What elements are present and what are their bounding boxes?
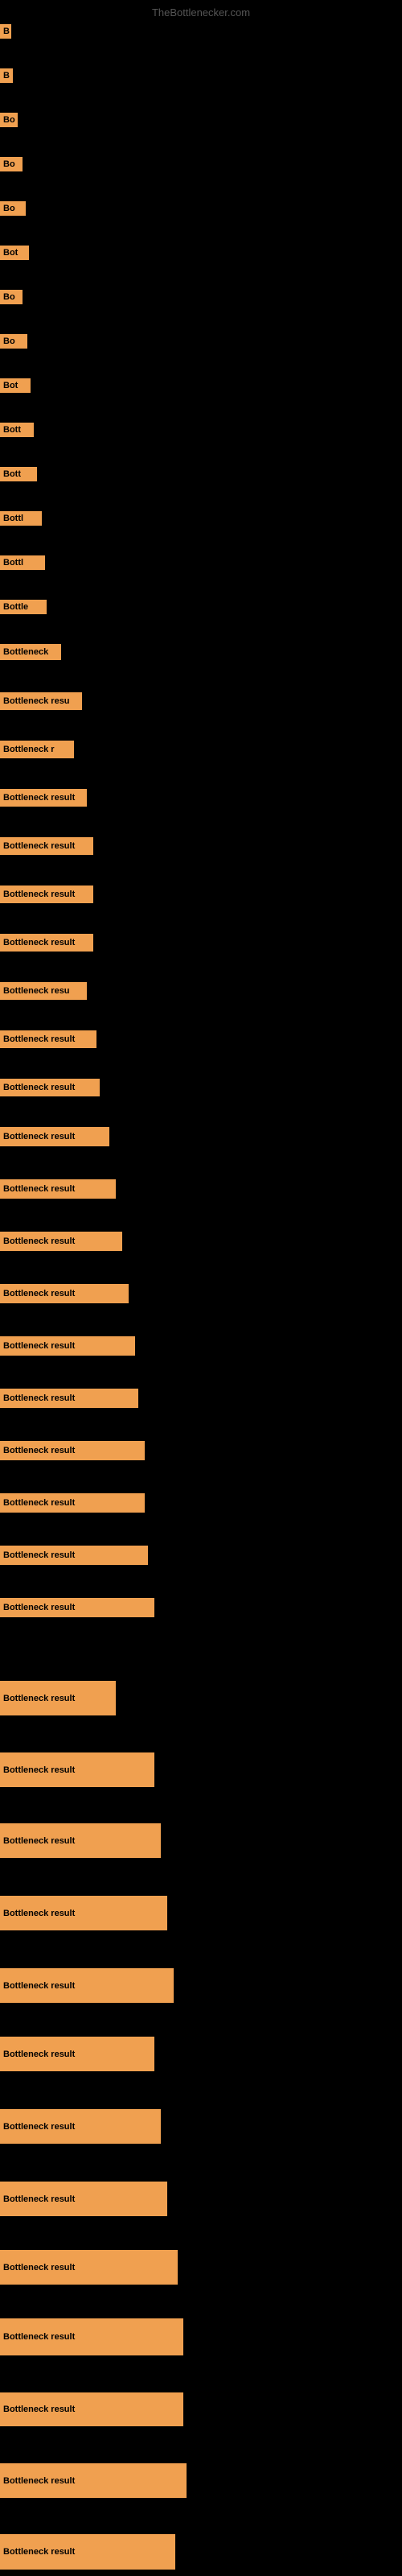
bar-label-14: Bottle <box>0 600 47 614</box>
bar-item-10: Bott <box>0 423 34 437</box>
bar-item-6: Bot <box>0 246 29 260</box>
bar-label-16: Bottleneck resu <box>0 692 82 710</box>
bar-item-12: Bottl <box>0 511 42 526</box>
bar-label-41: Bottleneck result <box>0 2109 161 2144</box>
bar-item-24: Bottleneck result <box>0 1079 100 1096</box>
bar-label-20: Bottleneck result <box>0 886 93 903</box>
bar-label-27: Bottleneck result <box>0 1232 122 1251</box>
bar-item-27: Bottleneck result <box>0 1232 122 1251</box>
bar-item-41: Bottleneck result <box>0 2109 161 2144</box>
bar-label-21: Bottleneck result <box>0 934 93 952</box>
bar-item-37: Bottleneck result <box>0 1823 161 1858</box>
bar-item-46: Bottleneck result <box>0 2463 187 2498</box>
bar-label-12: Bottl <box>0 511 42 526</box>
bar-item-47: Bottleneck result <box>0 2534 175 2570</box>
bar-label-29: Bottleneck result <box>0 1336 135 1356</box>
bar-label-42: Bottleneck result <box>0 2182 167 2216</box>
bar-item-14: Bottle <box>0 600 47 614</box>
bar-item-40: Bottleneck result <box>0 2037 154 2071</box>
bar-item-43: Bottleneck result <box>0 2250 178 2285</box>
bar-item-23: Bottleneck result <box>0 1030 96 1048</box>
bar-item-25: Bottleneck result <box>0 1127 109 1146</box>
bar-label-25: Bottleneck result <box>0 1127 109 1146</box>
bar-label-33: Bottleneck result <box>0 1546 148 1565</box>
bar-item-39: Bottleneck result <box>0 1968 174 2003</box>
bar-label-17: Bottleneck r <box>0 741 74 758</box>
bar-item-31: Bottleneck result <box>0 1441 145 1460</box>
bar-item-18: Bottleneck result <box>0 789 87 807</box>
bar-item-16: Bottleneck resu <box>0 692 82 710</box>
bar-item-34: Bottleneck result <box>0 1598 154 1617</box>
bar-item-8: Bo <box>0 334 27 349</box>
bar-label-18: Bottleneck result <box>0 789 87 807</box>
bar-item-17: Bottleneck r <box>0 741 74 758</box>
bar-item-3: Bo <box>0 113 18 127</box>
bar-label-4: Bo <box>0 157 23 171</box>
bar-label-46: Bottleneck result <box>0 2463 187 2498</box>
bar-item-29: Bottleneck result <box>0 1336 135 1356</box>
bar-label-5: Bo <box>0 201 26 216</box>
bar-label-44: Bottleneck result <box>0 2318 183 2355</box>
bar-item-21: Bottleneck result <box>0 934 93 952</box>
bar-label-15: Bottleneck <box>0 644 61 660</box>
bar-item-4: Bo <box>0 157 23 171</box>
bar-label-22: Bottleneck resu <box>0 982 87 1000</box>
bar-label-31: Bottleneck result <box>0 1441 145 1460</box>
bar-label-30: Bottleneck result <box>0 1389 138 1408</box>
bar-item-9: Bot <box>0 378 31 393</box>
bar-item-38: Bottleneck result <box>0 1896 167 1930</box>
bar-label-47: Bottleneck result <box>0 2534 175 2570</box>
bar-label-28: Bottleneck result <box>0 1284 129 1303</box>
bar-item-1: B <box>0 24 11 39</box>
bar-item-5: Bo <box>0 201 26 216</box>
bar-item-19: Bottleneck result <box>0 837 93 855</box>
bar-item-20: Bottleneck result <box>0 886 93 903</box>
bar-label-35: Bottleneck result <box>0 1681 116 1715</box>
bar-label-38: Bottleneck result <box>0 1896 167 1930</box>
bar-item-30: Bottleneck result <box>0 1389 138 1408</box>
bar-label-26: Bottleneck result <box>0 1179 116 1199</box>
bar-item-33: Bottleneck result <box>0 1546 148 1565</box>
bar-label-8: Bo <box>0 334 27 349</box>
bar-item-42: Bottleneck result <box>0 2182 167 2216</box>
bar-item-26: Bottleneck result <box>0 1179 116 1199</box>
bar-label-13: Bottl <box>0 555 45 570</box>
bar-item-45: Bottleneck result <box>0 2392 183 2426</box>
bar-label-43: Bottleneck result <box>0 2250 178 2285</box>
bar-item-22: Bottleneck resu <box>0 982 87 1000</box>
bar-item-35: Bottleneck result <box>0 1681 116 1715</box>
bar-item-32: Bottleneck result <box>0 1493 145 1513</box>
bar-item-36: Bottleneck result <box>0 1752 154 1787</box>
bar-item-13: Bottl <box>0 555 45 570</box>
bar-label-3: Bo <box>0 113 18 127</box>
bar-label-7: Bo <box>0 290 23 304</box>
bar-label-6: Bot <box>0 246 29 260</box>
bar-label-34: Bottleneck result <box>0 1598 154 1617</box>
bar-item-28: Bottleneck result <box>0 1284 129 1303</box>
bar-label-2: B <box>0 68 13 83</box>
bar-label-36: Bottleneck result <box>0 1752 154 1787</box>
bar-label-40: Bottleneck result <box>0 2037 154 2071</box>
bar-label-23: Bottleneck result <box>0 1030 96 1048</box>
bar-label-9: Bot <box>0 378 31 393</box>
bar-label-37: Bottleneck result <box>0 1823 161 1858</box>
bar-label-32: Bottleneck result <box>0 1493 145 1513</box>
bar-label-19: Bottleneck result <box>0 837 93 855</box>
bar-item-7: Bo <box>0 290 23 304</box>
bar-label-24: Bottleneck result <box>0 1079 100 1096</box>
bar-label-1: B <box>0 24 11 39</box>
bar-label-39: Bottleneck result <box>0 1968 174 2003</box>
bar-item-44: Bottleneck result <box>0 2318 183 2355</box>
bar-label-10: Bott <box>0 423 34 437</box>
bar-label-45: Bottleneck result <box>0 2392 183 2426</box>
bar-item-2: B <box>0 68 13 83</box>
bar-label-11: Bott <box>0 467 37 481</box>
site-title: TheBottlenecker.com <box>152 6 250 19</box>
bar-item-11: Bott <box>0 467 37 481</box>
bar-item-15: Bottleneck <box>0 644 61 660</box>
